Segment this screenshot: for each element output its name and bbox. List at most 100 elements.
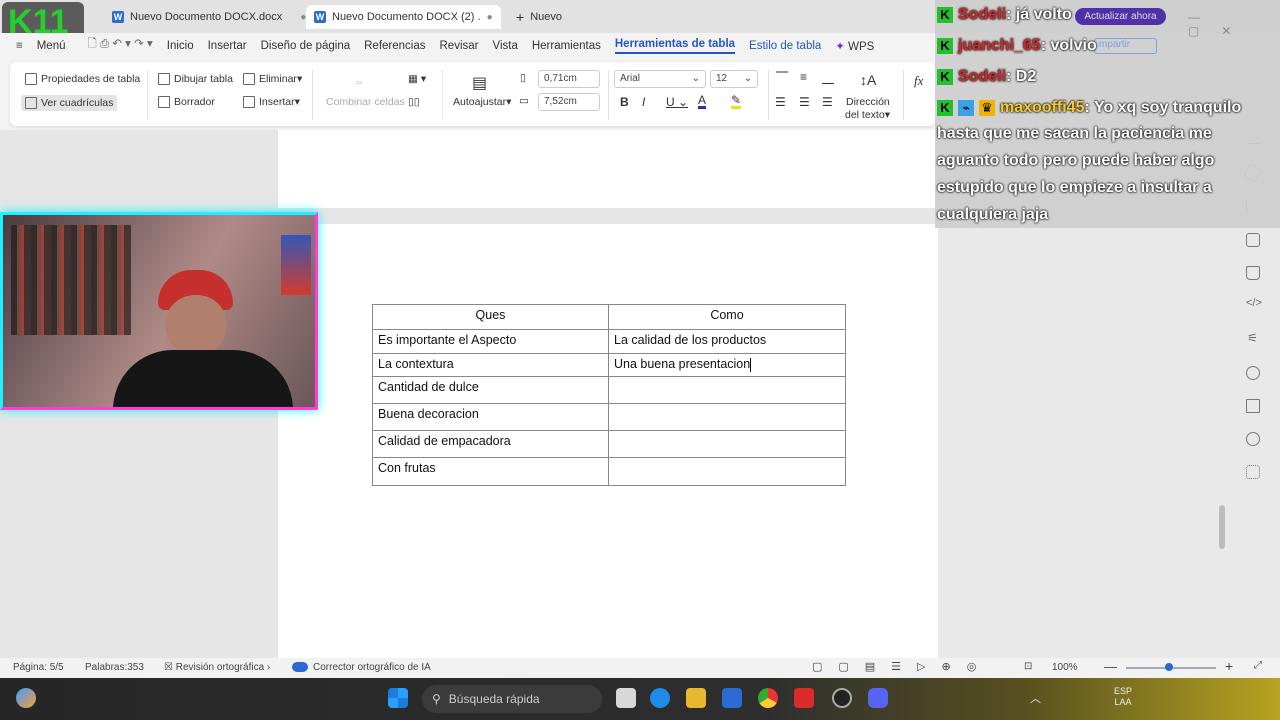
data-table[interactable]: Ques Como Es importante el Aspecto La ca… (372, 304, 846, 486)
tray-chevron-icon[interactable]: ︿ (1030, 690, 1041, 706)
windows-start-icon[interactable] (388, 688, 408, 708)
col-width-input[interactable]: 7,52cm (538, 93, 600, 111)
lock-icon[interactable] (1246, 266, 1260, 280)
update-now-button[interactable]: Actualizar ahora (1075, 8, 1166, 25)
menu-vista[interactable]: Vista (492, 40, 517, 52)
row-height-input[interactable]: 0,71cm (538, 70, 600, 88)
menu-herramientas[interactable]: Herramientas (532, 40, 601, 52)
search-box[interactable]: ⚲ Búsqueda rápida (422, 685, 602, 713)
table-cell[interactable] (608, 430, 846, 458)
word-count[interactable]: Palabras:353 (85, 662, 144, 673)
scrollbar-thumb[interactable] (1219, 505, 1225, 549)
task-view-icon[interactable] (616, 688, 636, 708)
align-center-icon[interactable]: ☰ (799, 95, 810, 109)
discord-icon[interactable] (868, 688, 888, 708)
code-icon[interactable]: </> (1246, 297, 1262, 309)
bold-button[interactable]: B (620, 95, 629, 109)
history-icon[interactable] (1246, 366, 1260, 380)
highlight-icon[interactable]: ✎ (731, 94, 742, 109)
language-indicator[interactable]: ESP LAA (1114, 686, 1132, 708)
align-middle-icon[interactable]: ≡ (800, 70, 807, 84)
weather-icon[interactable] (16, 688, 36, 708)
table-cell[interactable] (608, 403, 846, 431)
chat-message: : volvio (1040, 37, 1097, 54)
split-grid-icon[interactable]: ▦ ▾ (408, 73, 426, 85)
table-cell-active[interactable]: Una buena presentacion (608, 353, 846, 377)
hamburger-icon[interactable]: ≡ (16, 40, 23, 52)
k-badge-icon: K (937, 68, 953, 85)
menu-inicio[interactable]: Inicio (167, 40, 194, 52)
window-controls[interactable]: —▢✕ (1188, 10, 1280, 38)
table-cell[interactable]: Cantidad de dulce (372, 376, 609, 404)
zoom-in-icon[interactable]: + (1225, 658, 1233, 674)
italic-button[interactable]: I (642, 95, 645, 109)
zoom-level[interactable]: 100% (1052, 662, 1078, 673)
page-counter[interactable]: Página: 5/5 (13, 662, 64, 673)
align-right-icon[interactable]: ☰ (822, 95, 833, 109)
menu-diseno[interactable]: Diseño de página (261, 40, 351, 52)
delete-button[interactable]: Eliminar ▾ (243, 73, 302, 85)
folder-icon[interactable] (686, 688, 706, 708)
eraser-button[interactable]: Borrador (158, 96, 215, 108)
status-bar: Página: 5/5 Palabras:353 ☒ Revisión orto… (0, 658, 1280, 678)
menu-table-style[interactable]: Estilo de tabla (749, 40, 821, 52)
zoom-out-icon[interactable]: — (1104, 659, 1117, 674)
table-cell[interactable]: Es importante el Aspecto (372, 329, 609, 354)
table-cell[interactable]: Con frutas (372, 457, 609, 486)
new-tab-button[interactable]: + Nuevo (508, 5, 570, 29)
menu-insertar[interactable]: Insertar (208, 40, 247, 52)
insert-button[interactable]: Insertar ▾ (243, 96, 300, 108)
split-cells-icon[interactable]: ▯▯ (408, 96, 420, 108)
align-left-icon[interactable]: ☰ (775, 95, 786, 109)
view-mode-icons[interactable]: ▢▢▤☰▷⊕◎ (812, 660, 992, 673)
table-cell[interactable] (608, 376, 846, 404)
table-cell[interactable]: Buena decoracion (372, 403, 609, 431)
font-size-select[interactable]: 12 ⌄ (710, 70, 758, 88)
quick-toolbar-icons[interactable]: 🗋 ⎙ ↶ ▾ ↷ ▾ (88, 36, 153, 55)
copy-icon[interactable] (1246, 233, 1260, 247)
share-button[interactable]: mpartir (1094, 38, 1157, 54)
apps-icon[interactable] (1246, 465, 1260, 479)
table-cell[interactable]: La calidad de los productos (608, 329, 846, 354)
fullscreen-icon[interactable]: ⤢ (1254, 660, 1262, 671)
menu-referencias[interactable]: Referencias (364, 40, 425, 52)
tab-dot-icon[interactable]: ● (487, 12, 493, 23)
align-bottom-icon[interactable]: ⎽ (822, 70, 834, 85)
store-icon[interactable] (722, 688, 742, 708)
menu-table-tools[interactable]: Herramientas de tabla (614, 38, 736, 54)
wps-icon[interactable] (794, 688, 814, 708)
list-icon[interactable] (1246, 399, 1260, 413)
table-properties-button[interactable]: Propiedades de tabla (25, 73, 140, 85)
tab-doc-2[interactable]: W Nuevo Documento DOCX (2) . ● (306, 5, 501, 29)
formula-button[interactable]: fx (914, 73, 923, 89)
wps-ai-icon[interactable]: ✦ WPS (835, 39, 874, 53)
font-select[interactable]: Arial ⌄ (614, 70, 706, 88)
fit-icon[interactable]: ⊡ (1024, 661, 1032, 672)
text-direction-button[interactable]: Dirección (846, 96, 890, 108)
chat-message: : Yo xq soy tranquilo (1084, 99, 1242, 116)
table-cell[interactable]: La contextura (372, 353, 609, 377)
align-top-icon[interactable]: ⎺ (776, 70, 788, 85)
help-icon[interactable] (1246, 432, 1260, 446)
ai-toggle-switch[interactable] (292, 662, 308, 672)
table-cell[interactable] (608, 457, 846, 486)
tab-label: Nuevo (530, 11, 562, 23)
chrome-icon[interactable] (758, 688, 778, 708)
sliders-icon[interactable]: ⚟ (1247, 331, 1258, 345)
merge-cells-button[interactable]: Combinar celdas (326, 96, 405, 108)
underline-button[interactable]: U ⌄ (666, 95, 688, 109)
edge-icon[interactable] (650, 688, 670, 708)
view-gridlines-button[interactable]: Ver cuadrículas (21, 95, 118, 111)
font-color-button[interactable]: A (698, 94, 707, 109)
autofit-button[interactable]: Autoajustar ▾ (453, 96, 511, 108)
header-cell[interactable]: Como (608, 304, 846, 330)
zoom-slider-thumb[interactable] (1165, 663, 1173, 671)
menu-revisar[interactable]: Revisar (440, 40, 479, 52)
draw-table-button[interactable]: Dibujar tabla (158, 73, 233, 85)
table-cell[interactable]: Calidad de empacadora (372, 430, 609, 458)
obs-icon[interactable] (832, 688, 852, 708)
header-cell[interactable]: Ques (372, 304, 609, 330)
tab-doc-1[interactable]: W Nuevo Documento DOCX.docx ● (104, 5, 314, 29)
menu-button[interactable]: Menú (37, 40, 66, 52)
spellcheck-toggle[interactable]: ☒ Revisión ortográfica › (164, 662, 270, 673)
